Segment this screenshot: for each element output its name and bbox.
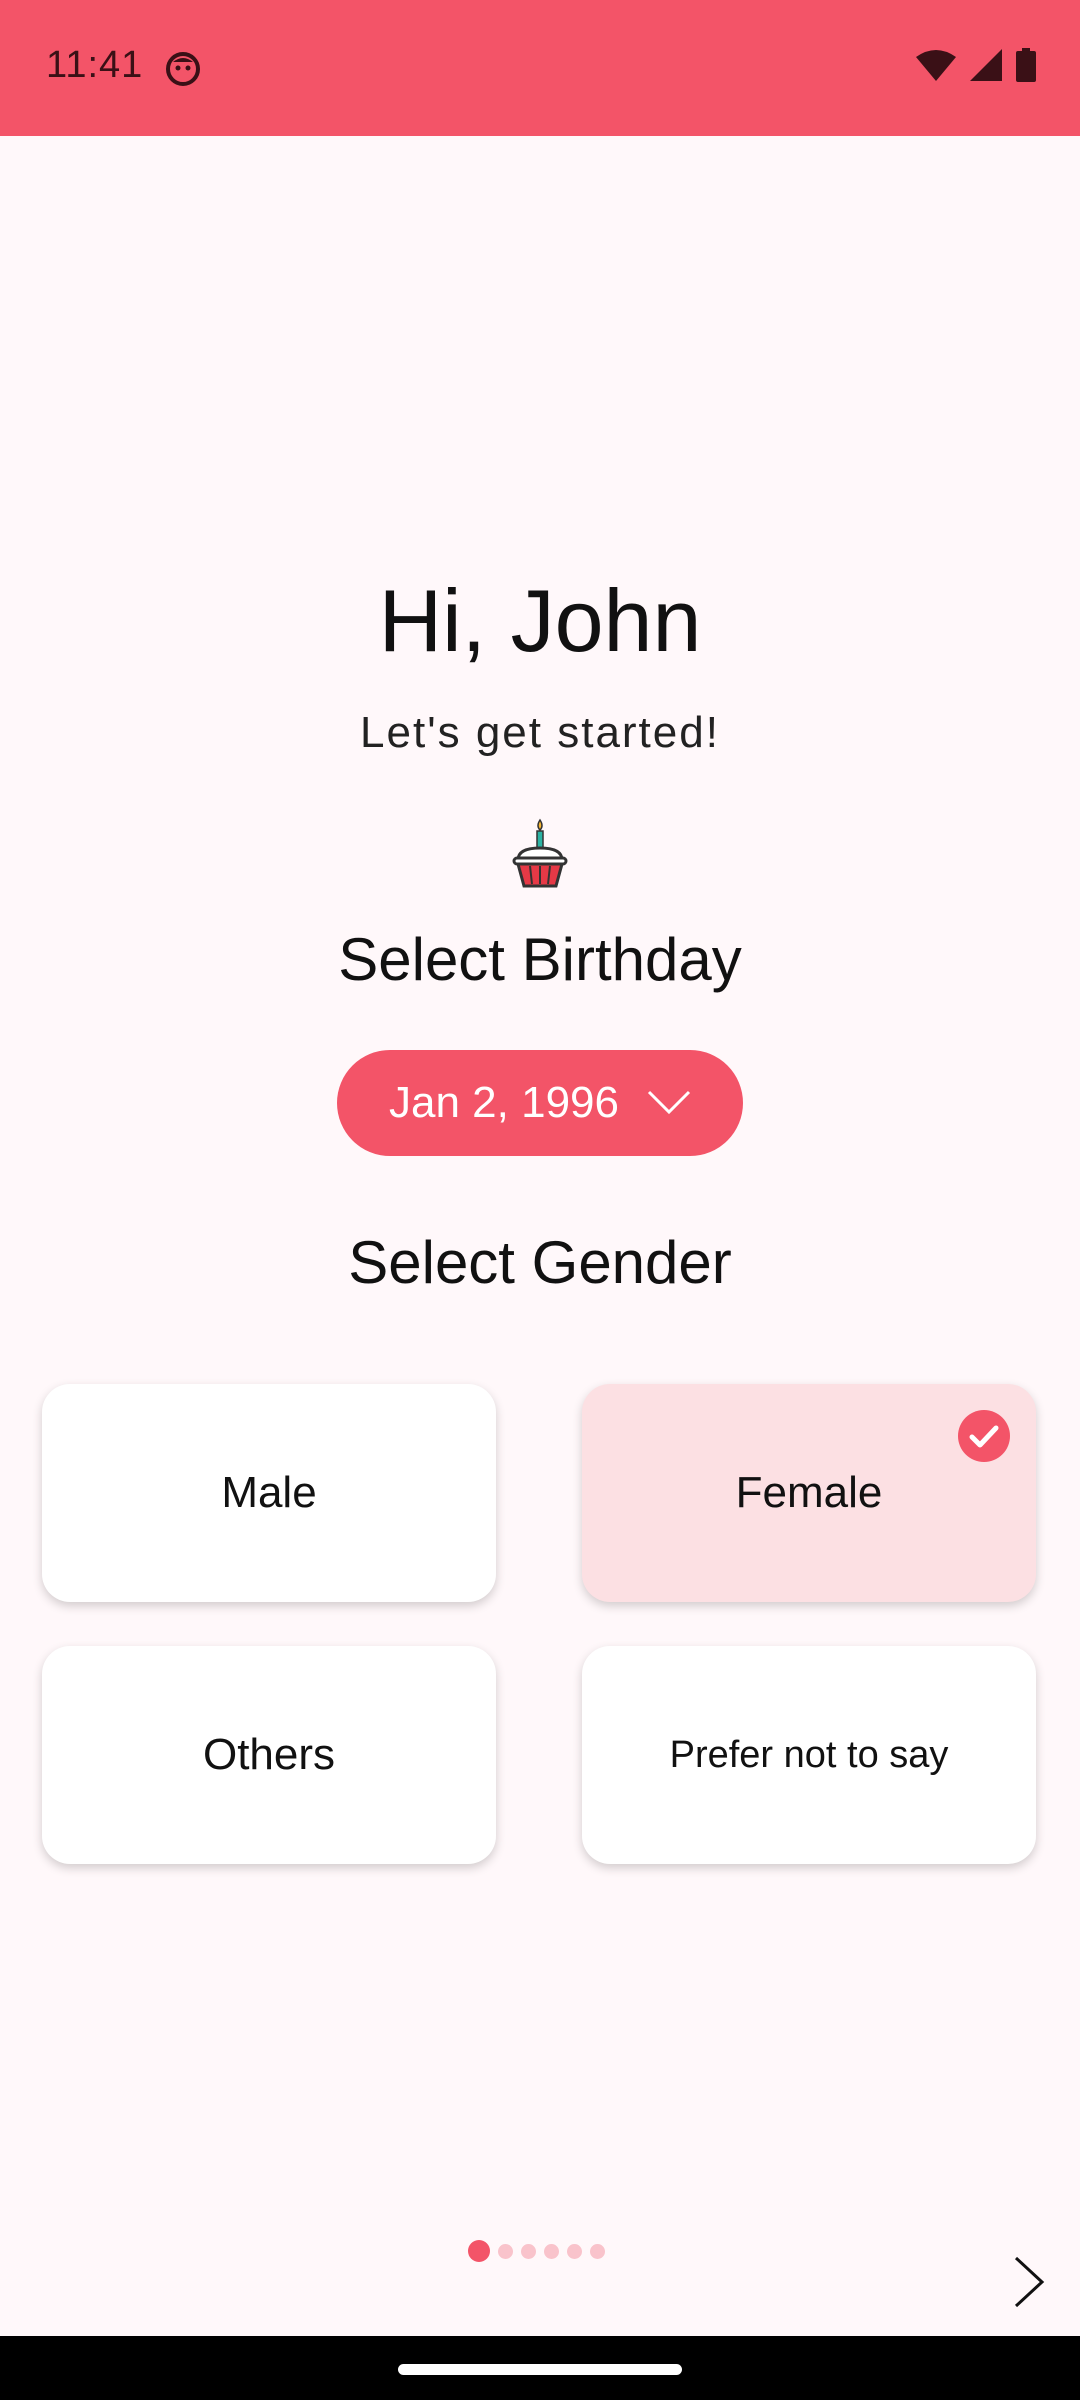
status-bar: 11:41: [0, 0, 1080, 136]
greeting-title: Hi, John: [378, 571, 702, 670]
battery-icon: [1016, 48, 1036, 82]
page-dot: [590, 2243, 605, 2259]
gender-option-female[interactable]: Female: [582, 1384, 1036, 1602]
home-gesture-handle[interactable]: [398, 2364, 682, 2375]
gender-option-male[interactable]: Male: [42, 1384, 496, 1602]
birthday-date-picker-button[interactable]: Jan 2, 1996: [337, 1050, 743, 1156]
page-indicator: [468, 2240, 605, 2262]
gender-option-label: Male: [221, 1468, 317, 1517]
page-dot: [498, 2243, 513, 2259]
page-dot: [544, 2243, 559, 2259]
wifi-icon: [916, 50, 956, 81]
app-notification-icon: [166, 52, 200, 86]
gender-option-others[interactable]: Others: [42, 1646, 496, 1864]
cellular-signal-icon: [970, 49, 1002, 81]
cupcake-icon: [512, 818, 568, 888]
page-dot: [521, 2243, 536, 2259]
gender-option-prefer-not-to-say[interactable]: Prefer not to say: [582, 1646, 1036, 1864]
select-gender-title: Select Gender: [348, 1229, 732, 1296]
page-dot: [567, 2243, 582, 2259]
gender-option-label: Others: [202, 1730, 336, 1779]
subtitle: Let's get started!: [360, 708, 720, 757]
next-chevron-icon[interactable]: [1008, 2254, 1052, 2310]
gender-option-label: Prefer not to say: [669, 1733, 949, 1776]
chevron-down-icon: [647, 1090, 691, 1115]
status-time: 11:41: [46, 44, 144, 86]
selected-date-label: Jan 2, 1996: [389, 1078, 619, 1127]
page-dot-active: [468, 2240, 490, 2262]
select-birthday-title: Select Birthday: [338, 926, 742, 993]
status-icons: [916, 48, 1036, 82]
selected-check-icon: [958, 1410, 1010, 1462]
gender-option-label: Female: [735, 1468, 883, 1517]
